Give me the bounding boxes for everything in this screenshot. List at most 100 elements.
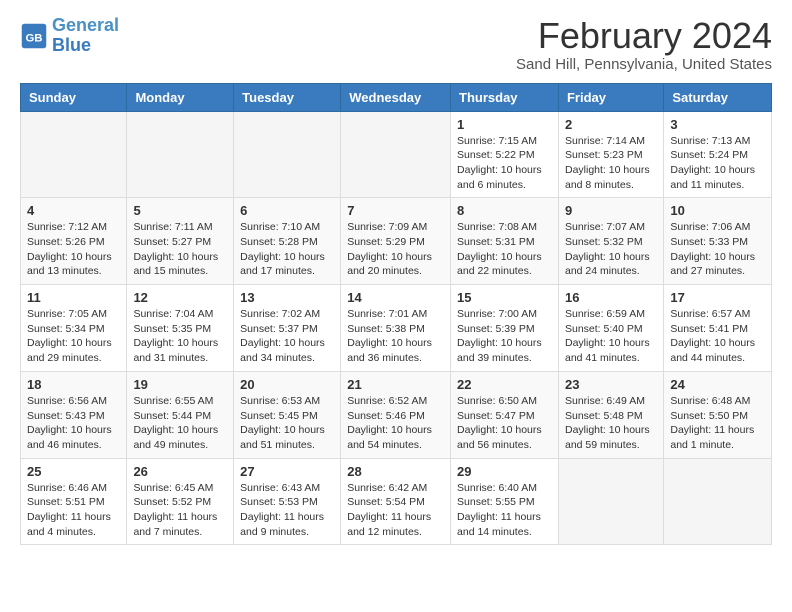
calendar-week-row: 25 Sunrise: 6:46 AMSunset: 5:51 PMDayligh… [21, 458, 772, 545]
calendar-cell: 24 Sunrise: 6:48 AMSunset: 5:50 PMDayligh… [664, 371, 772, 458]
day-detail: Sunrise: 7:01 AMSunset: 5:38 PMDaylight:… [347, 307, 444, 366]
day-number: 3 [670, 117, 765, 132]
calendar-header-row: SundayMondayTuesdayWednesdayThursdayFrid… [21, 83, 772, 111]
day-number: 15 [457, 290, 552, 305]
day-detail: Sunrise: 6:52 AMSunset: 5:46 PMDaylight:… [347, 394, 444, 453]
calendar-cell: 11 Sunrise: 7:05 AMSunset: 5:34 PMDayligh… [21, 285, 127, 372]
day-number: 26 [133, 464, 227, 479]
col-header-friday: Friday [558, 83, 663, 111]
calendar-cell: 21 Sunrise: 6:52 AMSunset: 5:46 PMDayligh… [341, 371, 451, 458]
day-detail: Sunrise: 6:46 AMSunset: 5:51 PMDaylight:… [27, 481, 120, 540]
logo-icon: GB [20, 22, 48, 50]
calendar-cell: 18 Sunrise: 6:56 AMSunset: 5:43 PMDayligh… [21, 371, 127, 458]
calendar-week-row: 18 Sunrise: 6:56 AMSunset: 5:43 PMDayligh… [21, 371, 772, 458]
calendar-cell: 1 Sunrise: 7:15 AMSunset: 5:22 PMDaylight… [451, 111, 559, 198]
calendar-cell: 20 Sunrise: 6:53 AMSunset: 5:45 PMDayligh… [234, 371, 341, 458]
day-detail: Sunrise: 6:49 AMSunset: 5:48 PMDaylight:… [565, 394, 657, 453]
calendar-cell [664, 458, 772, 545]
calendar-cell: 3 Sunrise: 7:13 AMSunset: 5:24 PMDaylight… [664, 111, 772, 198]
calendar-title-area: February 2024 Sand Hill, Pennsylvania, U… [516, 16, 772, 73]
day-detail: Sunrise: 6:40 AMSunset: 5:55 PMDaylight:… [457, 481, 552, 540]
calendar-cell: 28Sunrise: 6:42 AMSunset: 5:54 PMDayligh… [341, 458, 451, 545]
day-number: 14 [347, 290, 444, 305]
calendar-cell: 29 Sunrise: 6:40 AMSunset: 5:55 PMDayligh… [451, 458, 559, 545]
calendar-cell [341, 111, 451, 198]
day-number: 23 [565, 377, 657, 392]
day-number: 6 [240, 203, 334, 218]
calendar-cell [21, 111, 127, 198]
page-header: GB GeneralBlue February 2024 Sand Hill, … [20, 16, 772, 73]
calendar-cell: 22 Sunrise: 6:50 AMSunset: 5:47 PMDayligh… [451, 371, 559, 458]
day-number: 7 [347, 203, 444, 218]
day-detail: Sunrise: 7:06 AMSunset: 5:33 PMDaylight:… [670, 220, 765, 279]
day-detail: Sunrise: 7:00 AMSunset: 5:39 PMDaylight:… [457, 307, 552, 366]
day-detail: Sunrise: 6:43 AMSunset: 5:53 PMDaylight:… [240, 481, 334, 540]
calendar-cell [234, 111, 341, 198]
logo: GB GeneralBlue [20, 16, 119, 56]
logo-text: GeneralBlue [52, 16, 119, 56]
calendar-cell: 27 Sunrise: 6:43 AMSunset: 5:53 PMDayligh… [234, 458, 341, 545]
col-header-tuesday: Tuesday [234, 83, 341, 111]
day-detail: Sunrise: 7:13 AMSunset: 5:24 PMDaylight:… [670, 134, 765, 193]
calendar-cell: 10 Sunrise: 7:06 AMSunset: 5:33 PMDayligh… [664, 198, 772, 285]
calendar-cell: 2 Sunrise: 7:14 AMSunset: 5:23 PMDaylight… [558, 111, 663, 198]
calendar-cell: 23 Sunrise: 6:49 AMSunset: 5:48 PMDayligh… [558, 371, 663, 458]
day-number: 2 [565, 117, 657, 132]
day-detail: Sunrise: 7:09 AMSunset: 5:29 PMDaylight:… [347, 220, 444, 279]
day-number: 24 [670, 377, 765, 392]
day-number: 11 [27, 290, 120, 305]
calendar-cell: 6 Sunrise: 7:10 AMSunset: 5:28 PMDaylight… [234, 198, 341, 285]
calendar-week-row: 4 Sunrise: 7:12 AMSunset: 5:26 PMDaylight… [21, 198, 772, 285]
calendar-cell: 17 Sunrise: 6:57 AMSunset: 5:41 PMDayligh… [664, 285, 772, 372]
day-number: 8 [457, 203, 552, 218]
calendar-week-row: 1 Sunrise: 7:15 AMSunset: 5:22 PMDaylight… [21, 111, 772, 198]
day-number: 25 [27, 464, 120, 479]
day-detail: Sunrise: 7:10 AMSunset: 5:28 PMDaylight:… [240, 220, 334, 279]
day-number: 22 [457, 377, 552, 392]
day-detail: Sunrise: 6:48 AMSunset: 5:50 PMDaylight:… [670, 394, 765, 453]
calendar-cell: 7 Sunrise: 7:09 AMSunset: 5:29 PMDaylight… [341, 198, 451, 285]
day-detail: Sunrise: 7:15 AMSunset: 5:22 PMDaylight:… [457, 134, 552, 193]
day-detail: Sunrise: 6:53 AMSunset: 5:45 PMDaylight:… [240, 394, 334, 453]
day-detail: Sunrise: 6:55 AMSunset: 5:44 PMDaylight:… [133, 394, 227, 453]
calendar-week-row: 11 Sunrise: 7:05 AMSunset: 5:34 PMDayligh… [21, 285, 772, 372]
calendar-cell: 13Sunrise: 7:02 AMSunset: 5:37 PMDayligh… [234, 285, 341, 372]
day-detail: Sunrise: 6:56 AMSunset: 5:43 PMDaylight:… [27, 394, 120, 453]
day-detail: Sunrise: 6:50 AMSunset: 5:47 PMDaylight:… [457, 394, 552, 453]
location-subtitle: Sand Hill, Pennsylvania, United States [516, 56, 772, 73]
calendar-cell: 26 Sunrise: 6:45 AMSunset: 5:52 PMDayligh… [127, 458, 234, 545]
day-detail: Sunrise: 6:45 AMSunset: 5:52 PMDaylight:… [133, 481, 227, 540]
calendar-table: SundayMondayTuesdayWednesdayThursdayFrid… [20, 83, 772, 546]
day-number: 10 [670, 203, 765, 218]
day-number: 18 [27, 377, 120, 392]
svg-text:GB: GB [25, 32, 42, 44]
month-year-title: February 2024 [516, 16, 772, 56]
calendar-cell: 8 Sunrise: 7:08 AMSunset: 5:31 PMDaylight… [451, 198, 559, 285]
day-detail: Sunrise: 7:08 AMSunset: 5:31 PMDaylight:… [457, 220, 552, 279]
day-detail: Sunrise: 7:02 AMSunset: 5:37 PMDaylight:… [240, 307, 334, 366]
day-number: 9 [565, 203, 657, 218]
day-detail: Sunrise: 6:59 AMSunset: 5:40 PMDaylight:… [565, 307, 657, 366]
calendar-cell: 15 Sunrise: 7:00 AMSunset: 5:39 PMDayligh… [451, 285, 559, 372]
calendar-cell: 5Sunrise: 7:11 AMSunset: 5:27 PMDaylight… [127, 198, 234, 285]
calendar-cell: 16Sunrise: 6:59 AMSunset: 5:40 PMDayligh… [558, 285, 663, 372]
col-header-monday: Monday [127, 83, 234, 111]
day-number: 19 [133, 377, 227, 392]
day-number: 5 [133, 203, 227, 218]
day-detail: Sunrise: 7:05 AMSunset: 5:34 PMDaylight:… [27, 307, 120, 366]
day-number: 12 [133, 290, 227, 305]
day-number: 27 [240, 464, 334, 479]
day-number: 29 [457, 464, 552, 479]
day-number: 4 [27, 203, 120, 218]
day-number: 17 [670, 290, 765, 305]
day-detail: Sunrise: 7:04 AMSunset: 5:35 PMDaylight:… [133, 307, 227, 366]
day-detail: Sunrise: 7:12 AMSunset: 5:26 PMDaylight:… [27, 220, 120, 279]
col-header-sunday: Sunday [21, 83, 127, 111]
day-number: 1 [457, 117, 552, 132]
day-number: 21 [347, 377, 444, 392]
day-detail: Sunrise: 6:57 AMSunset: 5:41 PMDaylight:… [670, 307, 765, 366]
day-detail: Sunrise: 7:14 AMSunset: 5:23 PMDaylight:… [565, 134, 657, 193]
day-number: 20 [240, 377, 334, 392]
day-number: 28 [347, 464, 444, 479]
col-header-thursday: Thursday [451, 83, 559, 111]
